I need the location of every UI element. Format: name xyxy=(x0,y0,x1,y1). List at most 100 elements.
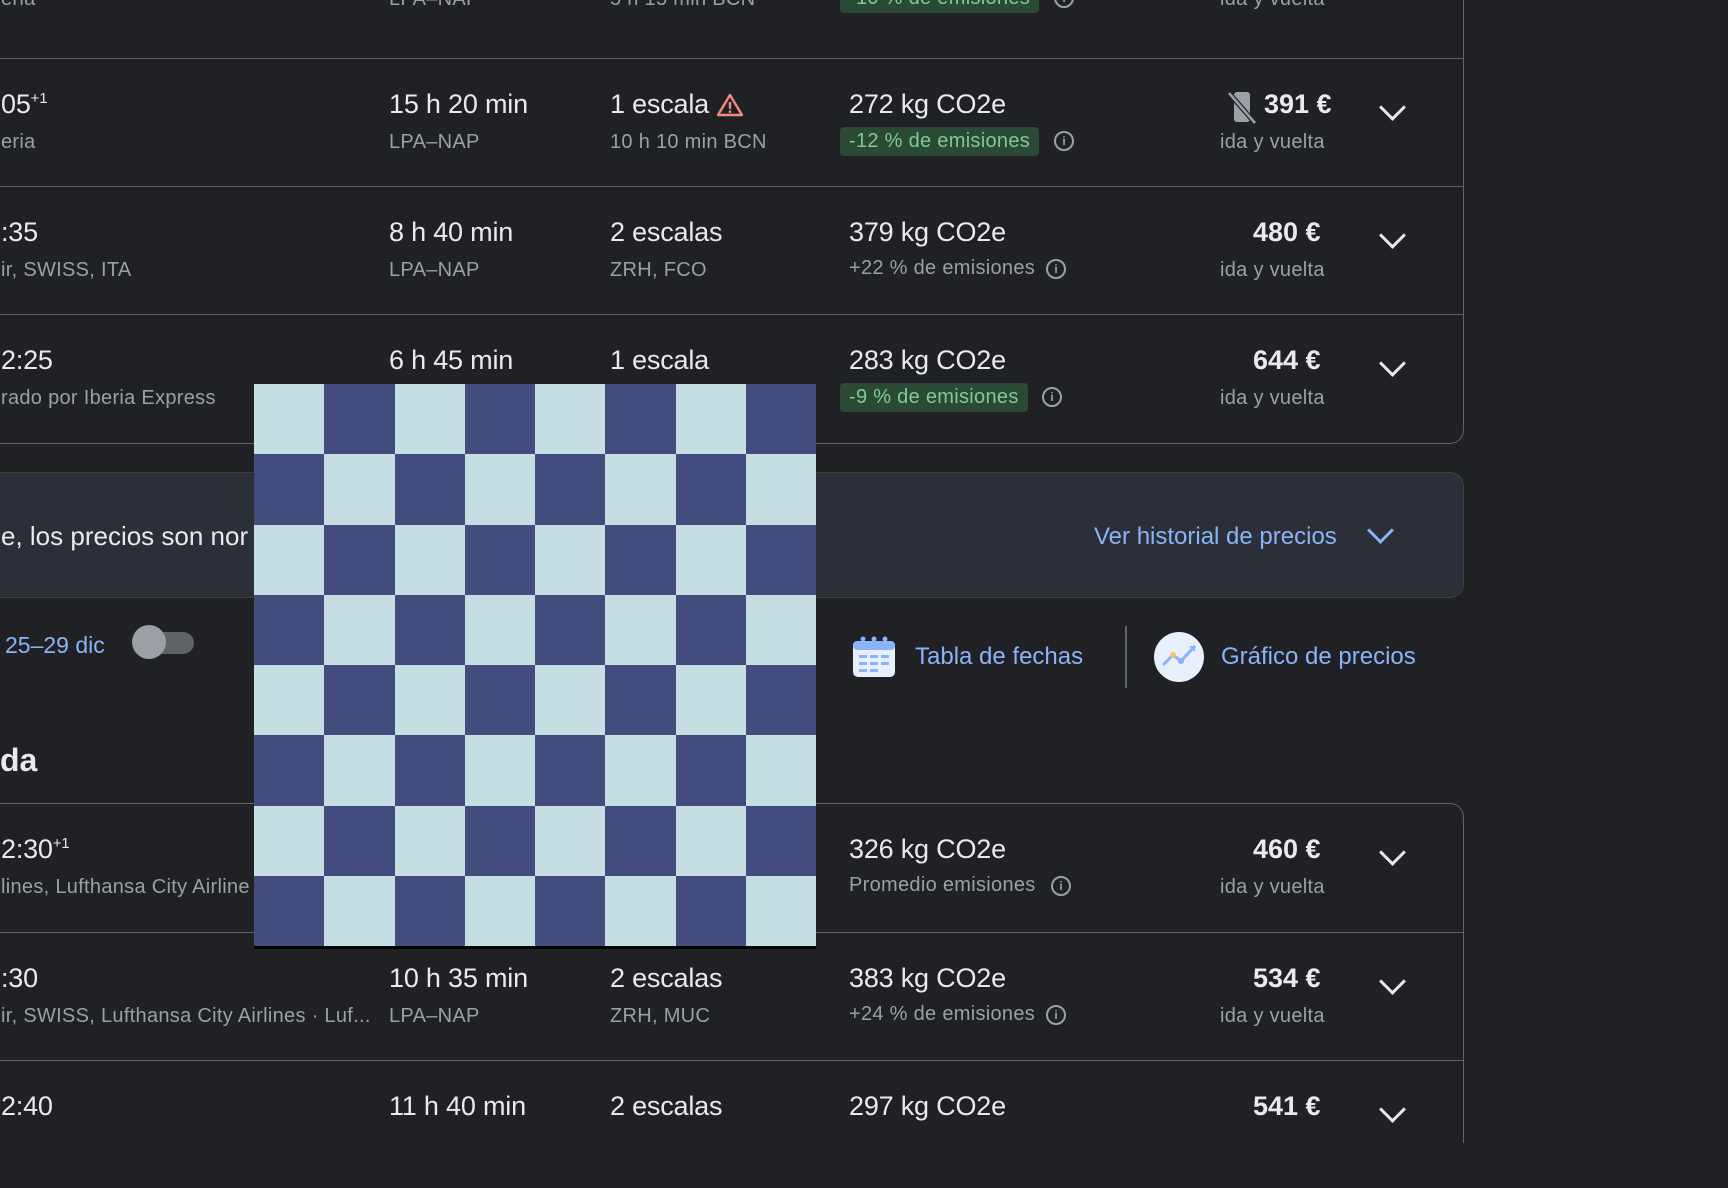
chevron-down-icon[interactable] xyxy=(1379,968,1406,995)
checker-square xyxy=(254,384,325,455)
arrival-time: 2:30+1 xyxy=(1,834,70,864)
date-table-button[interactable]: Tabla de fechas xyxy=(915,643,1083,671)
price-history-link[interactable]: Ver historial de precios xyxy=(1094,523,1337,551)
checker-square xyxy=(745,665,816,736)
stops-detail: ZRH, MUC xyxy=(610,1005,711,1027)
checker-square xyxy=(605,594,676,665)
results-list-top: eria LPA–NAP 5 h 15 min BCN -10 % de emi… xyxy=(0,0,1464,444)
checker-square xyxy=(675,594,746,665)
co2-amount: 283 kg CO2e xyxy=(849,345,1006,375)
emissions-badge: -9 % de emisiones xyxy=(840,383,1028,412)
checker-square xyxy=(745,805,816,876)
checker-square xyxy=(254,805,325,876)
checker-square xyxy=(324,875,395,946)
route-code: LPA–NAP xyxy=(389,131,480,153)
chevron-down-icon[interactable] xyxy=(1379,222,1406,249)
checker-square xyxy=(464,454,535,525)
checker-square xyxy=(605,805,676,876)
co2-amount: 326 kg CO2e xyxy=(849,834,1006,864)
checker-square xyxy=(394,524,465,595)
price-note: ida y vuelta xyxy=(1220,1005,1325,1027)
checker-square xyxy=(394,384,465,455)
emissions-badge: -10 % de emisiones xyxy=(840,0,1040,13)
checker-square xyxy=(675,524,746,595)
flight-row[interactable]: eria LPA–NAP 5 h 15 min BCN -10 % de emi… xyxy=(0,0,1463,44)
chevron-down-icon[interactable] xyxy=(1367,517,1394,544)
checker-square xyxy=(394,454,465,525)
checker-square xyxy=(535,735,606,806)
checker-square xyxy=(324,805,395,876)
info-icon[interactable]: i xyxy=(1042,387,1062,407)
checker-square xyxy=(535,524,606,595)
checker-square xyxy=(605,665,676,736)
airline-name: eria xyxy=(1,131,36,153)
info-icon[interactable]: i xyxy=(1054,131,1074,151)
flight-row[interactable]: :35 ir, SWISS, ITA 8 h 40 min LPA–NAP 2 … xyxy=(0,186,1463,314)
info-icon[interactable]: i xyxy=(1051,876,1071,896)
stops-detail: 5 h 15 min BCN xyxy=(610,0,755,11)
chevron-down-icon[interactable] xyxy=(1379,1096,1406,1123)
checker-square xyxy=(535,805,606,876)
checker-square xyxy=(675,384,746,455)
checker-square xyxy=(254,735,325,806)
price: 534 € xyxy=(1253,963,1321,993)
date-range-label[interactable]: 25–29 dic xyxy=(5,632,105,659)
checker-square xyxy=(745,875,816,946)
info-icon[interactable]: i xyxy=(1054,0,1074,8)
price-note: ida y vuelta xyxy=(1220,876,1325,898)
route-code: LPA–NAP xyxy=(389,0,480,11)
price: 460 € xyxy=(1253,834,1321,864)
stops-count: 2 escalas xyxy=(610,1091,723,1121)
stops-count: 1 escala xyxy=(610,89,709,119)
route-code: LPA–NAP xyxy=(389,259,480,281)
price-insight-text: e, los precios son nor xyxy=(1,521,249,551)
checker-square xyxy=(394,594,465,665)
co2-amount: 297 kg CO2e xyxy=(849,1091,1006,1121)
checker-square xyxy=(605,384,676,455)
section-title: da xyxy=(0,742,38,778)
checker-square xyxy=(324,524,395,595)
stops-count: 1 escala xyxy=(610,345,709,375)
checker-square xyxy=(535,665,606,736)
info-icon[interactable]: i xyxy=(1046,259,1066,279)
price: 644 € xyxy=(1253,345,1321,375)
emissions-badge: -12 % de emisiones xyxy=(840,127,1040,156)
flight-row[interactable]: 05+1 eria 15 h 20 min LPA–NAP 1 escala 1… xyxy=(0,58,1463,186)
airline-name: eria xyxy=(1,0,36,11)
stops-count: 2 escalas xyxy=(610,217,723,247)
duration: 10 h 35 min xyxy=(389,963,528,993)
stops-count: 2 escalas xyxy=(610,963,723,993)
airline-name: ir, SWISS, ITA xyxy=(1,259,132,281)
toggle-switch-knob[interactable] xyxy=(132,625,166,659)
checker-square xyxy=(605,875,676,946)
arrival-time: :30 xyxy=(1,963,38,993)
checker-square xyxy=(394,665,465,736)
price: 480 € xyxy=(1253,217,1321,247)
price: 391 € xyxy=(1264,89,1332,119)
price-note: ida y vuelta xyxy=(1220,131,1325,153)
checker-square xyxy=(464,875,535,946)
flight-row[interactable]: :30 ir, SWISS, Lufthansa City Airlines ·… xyxy=(0,932,1463,1060)
chevron-down-icon[interactable] xyxy=(1379,94,1406,121)
chevron-down-icon[interactable] xyxy=(1379,839,1406,866)
checker-square xyxy=(535,875,606,946)
airline-name: lines, Lufthansa City Airline xyxy=(1,876,250,898)
checker-square xyxy=(675,875,746,946)
chevron-down-icon[interactable] xyxy=(1379,350,1406,377)
checker-square xyxy=(675,454,746,525)
info-icon[interactable]: i xyxy=(1046,1005,1066,1025)
co2-amount: 383 kg CO2e xyxy=(849,963,1006,993)
arrival-time: 05+1 xyxy=(1,89,48,119)
checker-square xyxy=(745,735,816,806)
flight-row[interactable]: 2:40 11 h 40 min 2 escalas 297 kg CO2e 5… xyxy=(0,1060,1463,1188)
checker-square xyxy=(605,524,676,595)
arrival-time: 2:40 xyxy=(1,1091,53,1121)
price-note: ida y vuelta xyxy=(1220,0,1325,11)
emissions-text: +24 % de emisiones xyxy=(849,1003,1036,1025)
price: 541 € xyxy=(1253,1091,1321,1121)
checker-square xyxy=(535,594,606,665)
price-graph-button[interactable]: Gráfico de precios xyxy=(1221,643,1416,671)
checker-square xyxy=(745,454,816,525)
duration: 8 h 40 min xyxy=(389,217,514,247)
arrival-time: :35 xyxy=(1,217,38,247)
